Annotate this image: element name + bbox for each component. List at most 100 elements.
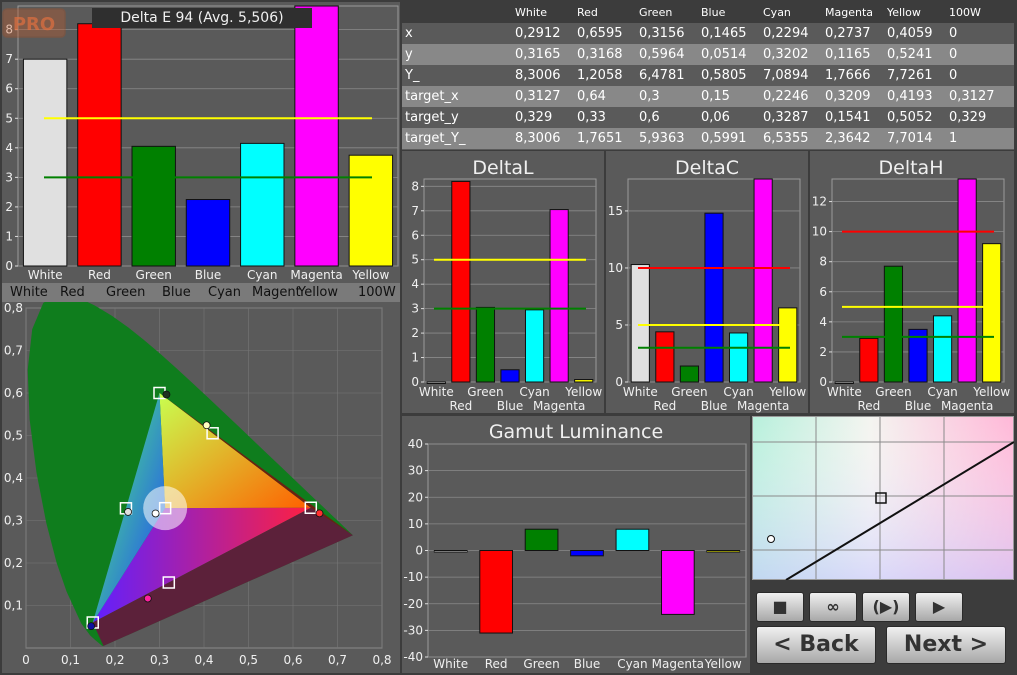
table-cell: 0,3202 <box>763 47 809 62</box>
y-tick-label: -30 <box>403 623 423 637</box>
play-button[interactable]: ▶ <box>915 592 963 622</box>
table-cell: 7,7261 <box>887 68 933 83</box>
bar-white <box>22 58 68 267</box>
y-tick-label: 5 <box>615 318 623 332</box>
y-tick-label: 0 <box>5 259 13 273</box>
table-cell: 0,1541 <box>825 110 871 125</box>
delta-c-chart: DeltaC051015White Green Cyan YellowRed Blue M… <box>608 157 807 413</box>
bar-green <box>475 306 496 383</box>
x-tick-label: Blue <box>905 399 932 413</box>
y-tick-label: 10 <box>608 261 623 275</box>
measured-marker <box>143 594 152 603</box>
y-tick-label: -40 <box>403 650 423 664</box>
bar-yellow <box>778 307 798 383</box>
bar-magenta <box>753 178 773 383</box>
cie-diagram: 0 0,1 0,2 0,3 0,4 0,5 0,6 0,7 0,8 0,1 0,2 0,3 0,4 0,5… <box>4 302 392 667</box>
table-row: x 0,2912 0,6595 0,3156 0,1465 0,2294 0,2737 0,4… <box>402 23 1014 44</box>
table-row: y 0,3165 0,3168 0,5964 0,0514 0,3202 0,1165 0,5… <box>402 44 1014 65</box>
x-tick-label: 0 <box>22 653 30 667</box>
row-label: Y_ <box>405 68 420 83</box>
y-tick-label: -10 <box>403 570 423 584</box>
measured-marker <box>162 390 171 399</box>
x-tick-label: Cyan <box>519 385 549 399</box>
y-tick-label: 0,4 <box>4 471 23 485</box>
zoom-preview <box>753 417 1014 580</box>
table-cell: 0,6 <box>639 110 660 125</box>
delta-h-panel: DeltaH 0 2 4 6 8 10 12 White Green Cyan Yellow Red Bl… <box>810 151 1014 413</box>
cie-panel: 0 0,1 0,2 0,3 0,4 0,5 0,6 0,7 0,8 0,1 0,2 0,3 0,4 0,5… <box>2 302 400 673</box>
y-tick-label: 0 <box>415 544 423 558</box>
y-tick-label: 1 <box>5 229 13 243</box>
y-tick-label: 4 <box>5 141 13 155</box>
row-label: target_x <box>405 89 459 104</box>
table-cell: 5,9363 <box>639 131 685 146</box>
gamut-luminance-chart: Gamut Luminance -40 -30 -20 -10 0 10 20 30 40 Whit… <box>403 421 747 671</box>
table-cell: 0,5241 <box>887 47 933 62</box>
x-tick-label: Red <box>653 399 676 413</box>
y-tick-label: 4 <box>411 277 419 291</box>
table-cell: 0,0514 <box>701 47 747 62</box>
table-cell: 0 <box>949 47 958 62</box>
y-tick-label: 7 <box>5 52 13 66</box>
bar-blue <box>500 369 520 383</box>
loop-button[interactable]: ∞ <box>809 592 857 622</box>
table-cell: 0,3156 <box>639 26 685 41</box>
step-button[interactable]: (▶) <box>862 592 910 622</box>
strip-label-0: White <box>10 285 48 300</box>
y-tick-label: 2 <box>5 200 13 214</box>
chart-title: DeltaL <box>472 157 534 179</box>
measured-marker <box>151 509 160 518</box>
x-tick-label: Green <box>136 268 172 282</box>
x-tick-label: Cyan <box>617 657 647 671</box>
y-tick-label: 10 <box>812 225 827 239</box>
back-button[interactable]: < Back <box>756 626 876 664</box>
x-tick-label: Magenta <box>290 268 342 282</box>
x-tick-label: Blue <box>497 399 524 413</box>
x-tick-label: Green <box>523 657 559 671</box>
y-tick-label: 0,1 <box>4 599 23 613</box>
delta-h-chart: DeltaH024681012White Green Cyan YellowRed Bl… <box>812 157 1011 413</box>
x-tick-label: 0,4 <box>194 653 213 667</box>
table-cell: 0,3165 <box>515 47 561 62</box>
y-tick-label: 40 <box>408 437 423 451</box>
x-tick-label: Magenta <box>941 399 993 413</box>
bar-magenta <box>294 5 339 267</box>
table-cell: 0,5805 <box>701 68 747 83</box>
stop-button[interactable]: ■ <box>756 592 804 622</box>
table-cell: 0,2912 <box>515 26 561 41</box>
row-label: target_y <box>405 110 459 125</box>
table-cell: 0,5052 <box>887 110 933 125</box>
delta-e-chart: 012345678White Red Green Blue Cyan Magenta Yel… <box>5 5 399 282</box>
measured-marker <box>202 421 211 430</box>
y-tick-label: 0,5 <box>4 429 23 443</box>
x-tick-label: 0,8 <box>372 653 391 667</box>
column-header: White <box>515 6 547 19</box>
table-cell: 0,3168 <box>577 47 623 62</box>
table-cell: 0,4193 <box>887 89 933 104</box>
table-cell: 0,2294 <box>763 26 809 41</box>
table-cell: 0,329 <box>515 110 553 125</box>
table-cell: 0,06 <box>701 110 730 125</box>
y-tick-label: 6 <box>819 285 827 299</box>
delta-e-panel: 0 1 2 3 4 5 6 7 8 White Red Green Blue Cyan Magenta Yel… <box>2 2 400 283</box>
bar-red <box>655 331 675 383</box>
bar-blue <box>185 199 231 267</box>
x-tick-label: Cyan <box>723 385 753 399</box>
delta-l-chart: DeltaL012345678White Green Cyan YellowRed Bl… <box>411 157 602 413</box>
y-tick-label: 0,8 <box>4 302 23 315</box>
row-label: target_Y_ <box>405 131 466 146</box>
table-row: target_y 0,329 0,33 0,6 0,06 0,3287 0,1541 0,50… <box>402 107 1014 128</box>
bar-magenta <box>661 550 695 615</box>
table-cell: 0,3127 <box>515 89 561 104</box>
next-button[interactable]: Next > <box>886 626 1006 664</box>
bar-cyan <box>615 528 650 551</box>
x-tick-label: Green <box>875 385 911 399</box>
x-tick-label: Red <box>449 399 472 413</box>
y-tick-label: -20 <box>403 597 423 611</box>
x-tick-label: Magenta <box>737 399 789 413</box>
y-tick-label: 0,3 <box>4 514 23 528</box>
x-tick-label: Red <box>88 268 111 282</box>
y-tick-label: 3 <box>411 302 419 316</box>
x-tick-label: Yellow <box>564 385 602 399</box>
bar-green <box>883 265 904 383</box>
